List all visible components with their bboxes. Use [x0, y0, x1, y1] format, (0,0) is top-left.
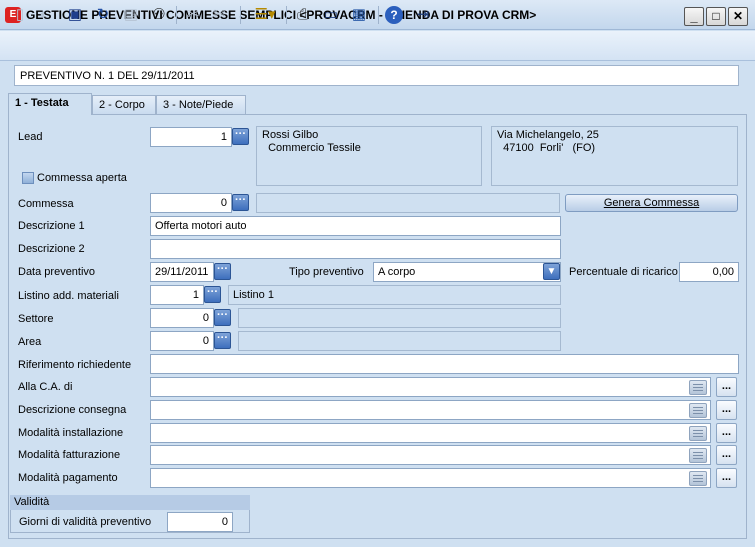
refresh-icon[interactable]: ↻: [92, 4, 114, 26]
commessa-aperta-label: Commessa aperta: [37, 172, 127, 184]
listino-description: Listino 1: [228, 285, 561, 305]
descrizione-consegna-ellipsis-button[interactable]: ...: [716, 400, 737, 420]
descrizione-consegna-input[interactable]: [150, 400, 711, 420]
export-icon[interactable]: ▦: [348, 4, 370, 26]
modalita-pagamento-ellipsis-button[interactable]: ...: [716, 468, 737, 488]
listino-input[interactable]: 1: [150, 285, 204, 305]
area-lookup-button[interactable]: ···: [214, 332, 231, 349]
tab-note-piede[interactable]: 3 - Note/Piede: [156, 95, 246, 114]
chevron-down-icon[interactable]: ▼: [543, 263, 560, 280]
genera-commessa-button[interactable]: Genera Commessa: [565, 194, 738, 212]
toolbar-separator: [378, 6, 379, 24]
area-input[interactable]: 0: [150, 331, 214, 351]
modalita-fatturazione-input[interactable]: [150, 445, 711, 465]
lead-lookup-button[interactable]: ···: [232, 128, 249, 145]
toolbar: [0, 31, 755, 61]
minimize-button[interactable]: _: [684, 7, 704, 26]
lead-label: Lead: [18, 131, 43, 143]
riferimento-label: Riferimento richiedente: [18, 359, 132, 371]
maximize-button[interactable]: □: [706, 7, 726, 26]
search-binoculars-icon[interactable]: ⚇: [148, 4, 170, 26]
new-icon[interactable]: ▯: [9, 4, 31, 26]
percentuale-ricarico-input[interactable]: 0,00: [679, 262, 739, 282]
alla-ca-ellipsis-button[interactable]: ...: [716, 377, 737, 397]
settore-description: [238, 308, 561, 328]
commessa-lookup-button[interactable]: ···: [232, 194, 249, 211]
cut-icon[interactable]: ✂: [182, 4, 204, 26]
area-label: Area: [18, 336, 42, 348]
modalita-installazione-input[interactable]: [150, 423, 711, 443]
percentuale-ricarico-label: Percentuale di ricarico: [569, 266, 678, 278]
settore-lookup-button[interactable]: ···: [214, 309, 231, 326]
data-preventivo-label: Data preventivo: [18, 266, 96, 278]
alla-ca-label: Alla C.A. di: [18, 381, 73, 393]
validita-title: Validità: [10, 495, 250, 510]
print-icon[interactable]: ⎙: [292, 4, 314, 26]
list-options-icon[interactable]: ☰▾: [250, 4, 280, 26]
lead-address-block: Via Michelangelo, 25 47100 Forli' (FO): [491, 126, 738, 186]
memo-icon[interactable]: [689, 380, 707, 395]
toolbar-separator: [240, 6, 241, 24]
modalita-fatturazione-label: Modalità fatturazione: [18, 449, 121, 461]
monitor-preview-icon[interactable]: ▭: [320, 4, 342, 26]
listino-lookup-button[interactable]: ···: [204, 286, 221, 303]
tab-testata[interactable]: 1 - Testata: [8, 93, 92, 115]
memo-icon[interactable]: [689, 471, 707, 486]
listino-label: Listino add. materiali: [18, 290, 119, 302]
memo-icon[interactable]: [689, 448, 707, 463]
save-icon[interactable]: ▣: [64, 4, 86, 26]
commessa-aperta-checkbox[interactable]: [22, 172, 34, 184]
memo-icon[interactable]: [689, 426, 707, 441]
undo-icon[interactable]: ◐: [33, 4, 55, 26]
riferimento-input[interactable]: [150, 354, 739, 374]
tipo-preventivo-select[interactable]: A corpo: [373, 262, 561, 282]
commessa-input[interactable]: 0: [150, 193, 232, 213]
commessa-description: [256, 193, 560, 213]
modalita-installazione-ellipsis-button[interactable]: ...: [716, 423, 737, 443]
toolbar-separator: [176, 6, 177, 24]
area-description: [238, 331, 561, 351]
descrizione-consegna-label: Descrizione consegna: [18, 404, 127, 416]
alla-ca-input[interactable]: [150, 377, 711, 397]
descrizione2-label: Descrizione 2: [18, 243, 85, 255]
modalita-fatturazione-ellipsis-button[interactable]: ...: [716, 445, 737, 465]
toolbar-separator: [286, 6, 287, 24]
help-icon[interactable]: ?: [385, 6, 403, 24]
tab-corpo[interactable]: 2 - Corpo: [92, 95, 156, 114]
modalita-pagamento-label: Modalità pagamento: [18, 472, 118, 484]
document-header: PREVENTIVO N. 1 DEL 29/11/2011: [14, 65, 739, 86]
giorni-validita-label: Giorni di validità preventivo: [19, 516, 152, 528]
commessa-label: Commessa: [18, 198, 74, 210]
lead-name-block: Rossi Gilbo Commercio Tessile: [256, 126, 482, 186]
modalita-installazione-label: Modalità installazione: [18, 427, 124, 439]
giorni-validita-input[interactable]: 0: [167, 512, 233, 532]
descrizione2-input[interactable]: [150, 239, 561, 259]
settore-input[interactable]: 0: [150, 308, 214, 328]
lead-input[interactable]: 1: [150, 127, 232, 147]
exit-icon[interactable]: ⇥: [412, 4, 434, 26]
memo-icon[interactable]: [689, 403, 707, 418]
descrizione1-input[interactable]: Offerta motori auto: [150, 216, 561, 236]
data-preventivo-input[interactable]: 29/11/2011: [150, 262, 214, 282]
delete-icon[interactable]: ▤: [120, 4, 142, 26]
calendar-button[interactable]: ···: [214, 263, 231, 280]
close-button[interactable]: ✕: [728, 7, 748, 26]
copy-icon[interactable]: ✄: [208, 4, 230, 26]
settore-label: Settore: [18, 313, 54, 325]
modalita-pagamento-input[interactable]: [150, 468, 711, 488]
tipo-preventivo-label: Tipo preventivo: [289, 266, 364, 278]
descrizione1-label: Descrizione 1: [18, 220, 85, 232]
